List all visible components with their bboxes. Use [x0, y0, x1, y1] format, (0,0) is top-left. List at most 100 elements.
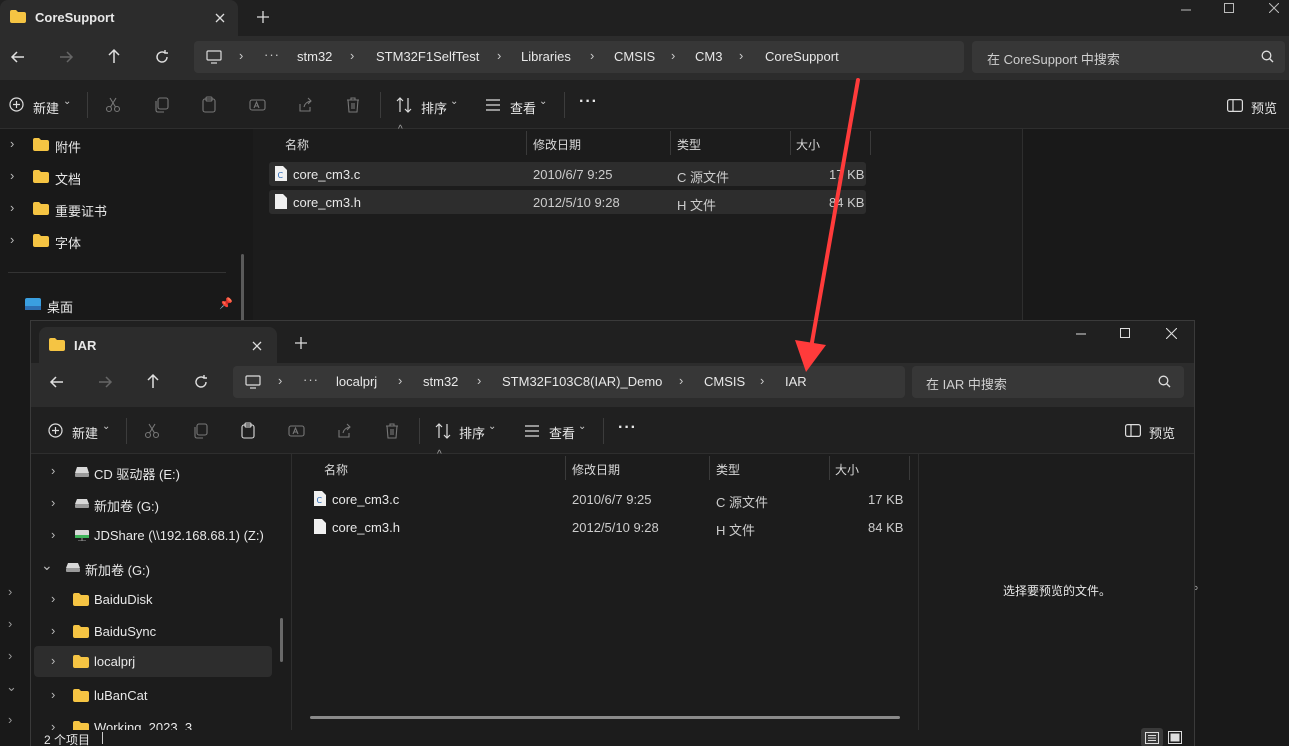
back-search-input[interactable]: 在 CoreSupport 中搜索	[972, 41, 1285, 73]
chevron-right-icon[interactable]: ›	[51, 719, 55, 730]
maximize-icon[interactable]	[1221, 1, 1237, 15]
refresh-icon[interactable]	[154, 49, 170, 65]
chevron-right-icon[interactable]: ›	[10, 168, 14, 183]
delete-icon[interactable]	[384, 423, 400, 439]
chevron-right-icon[interactable]: ›	[10, 200, 14, 215]
new-tab-icon[interactable]	[293, 335, 309, 351]
breadcrumb-item[interactable]: CMSIS	[704, 374, 745, 389]
column-divider[interactable]	[790, 131, 791, 155]
sidebar-item[interactable]: › BaiduSync	[31, 616, 281, 646]
sidebar-item[interactable]: › 附件	[0, 129, 236, 159]
breadcrumb-item[interactable]: IAR	[785, 374, 807, 389]
column-header-name[interactable]: 名称	[324, 461, 348, 478]
chevron-down-icon[interactable]: ⌄	[6, 679, 17, 695]
sidebar-item[interactable]: ⌄ 新加卷 (G:)	[31, 552, 281, 582]
close-tab-icon[interactable]	[249, 338, 265, 354]
breadcrumb-item[interactable]: CMSIS	[614, 49, 655, 64]
minimize-icon[interactable]	[1176, 4, 1196, 16]
column-divider[interactable]	[909, 456, 910, 480]
chevron-right-icon[interactable]: ›	[8, 584, 12, 599]
paste-icon[interactable]	[240, 422, 256, 439]
sidebar-item[interactable]: › 重要证书	[0, 193, 236, 223]
cut-icon[interactable]	[144, 423, 160, 439]
new-button[interactable]: 新建	[33, 98, 59, 117]
share-icon[interactable]	[336, 423, 352, 439]
table-row[interactable]: core_cm3.h 2012/5/10 9:28 H 文件 84 KB	[308, 515, 905, 539]
search-icon[interactable]	[1158, 375, 1171, 388]
maximize-icon[interactable]	[1117, 326, 1133, 340]
front-search-input[interactable]: 在 IAR 中搜索	[912, 366, 1184, 398]
chevron-right-icon[interactable]: ›	[10, 232, 14, 247]
front-address-bar[interactable]: › ··· localprj › stm32 › STM32F103C8(IAR…	[233, 366, 905, 398]
back-icon[interactable]	[49, 374, 65, 390]
scrollbar[interactable]	[280, 618, 283, 662]
chevron-right-icon[interactable]: ›	[51, 463, 55, 478]
chevron-right-icon[interactable]: ›	[10, 136, 14, 151]
back-address-bar[interactable]: › ··· stm32 › STM32F1SelfTest › Librarie…	[194, 41, 964, 73]
close-window-icon[interactable]	[1163, 326, 1179, 340]
rename-icon[interactable]	[249, 97, 266, 113]
table-row[interactable]: core_cm3.h 2012/5/10 9:28 H 文件 84 KB	[269, 190, 866, 214]
sidebar-item-desktop[interactable]: 桌面 📌	[0, 289, 236, 319]
close-tab-icon[interactable]	[212, 10, 228, 26]
copy-icon[interactable]	[153, 97, 169, 113]
front-tab[interactable]: IAR	[39, 327, 277, 363]
tiles-view-toggle[interactable]	[1168, 731, 1182, 744]
new-tab-icon[interactable]	[255, 9, 271, 25]
more-options-icon[interactable]: ···	[618, 419, 637, 437]
paste-icon[interactable]	[201, 96, 217, 113]
cut-icon[interactable]	[105, 97, 121, 113]
breadcrumb-item[interactable]: CoreSupport	[765, 49, 839, 64]
back-icon[interactable]	[10, 49, 26, 65]
table-row[interactable]: C core_cm3.c 2010/6/7 9:25 C 源文件 17 KB	[308, 487, 905, 511]
rename-icon[interactable]	[288, 423, 305, 439]
chevron-right-icon[interactable]: ›	[8, 616, 12, 631]
sidebar-item[interactable]: › Working_2023_3	[31, 712, 281, 730]
minimize-icon[interactable]	[1071, 327, 1091, 341]
column-header-size[interactable]: 大小	[796, 136, 820, 153]
chevron-right-icon[interactable]: ›	[51, 495, 55, 510]
chevron-right-icon[interactable]: ›	[51, 623, 55, 638]
more-options-icon[interactable]: ···	[579, 93, 598, 111]
sidebar-item[interactable]: › BaiduDisk	[31, 584, 281, 614]
up-icon[interactable]	[106, 48, 122, 64]
preview-button[interactable]: 预览	[1251, 98, 1277, 117]
breadcrumb-item[interactable]: localprj	[336, 374, 377, 389]
sidebar-item-selected[interactable]: › localprj	[34, 646, 272, 677]
sidebar-item[interactable]: › CD 驱动器 (E:)	[31, 456, 281, 486]
copy-icon[interactable]	[192, 423, 208, 439]
breadcrumb-item[interactable]: stm32	[423, 374, 458, 389]
column-divider[interactable]	[870, 131, 871, 155]
sidebar-item[interactable]: › JDShare (\\192.168.68.1) (Z:)	[31, 520, 281, 550]
breadcrumb-item[interactable]: STM32F103C8(IAR)_Demo	[502, 374, 662, 389]
column-divider[interactable]	[829, 456, 830, 480]
column-header-type[interactable]: 类型	[677, 136, 701, 153]
column-header-size[interactable]: 大小	[835, 461, 859, 478]
chevron-right-icon[interactable]: ›	[8, 648, 12, 663]
pin-icon[interactable]: 📌	[219, 297, 233, 310]
sidebar-item[interactable]: › 文档	[0, 161, 236, 191]
close-window-icon[interactable]	[1266, 1, 1282, 15]
column-header-date[interactable]: 修改日期	[572, 461, 620, 478]
sort-button[interactable]: 排序	[421, 98, 447, 117]
chevron-down-icon[interactable]: ⌄	[41, 557, 53, 574]
breadcrumb-item[interactable]: stm32	[297, 49, 332, 64]
preview-button[interactable]: 预览	[1149, 423, 1175, 442]
details-view-toggle[interactable]	[1141, 728, 1163, 746]
back-tab[interactable]: CoreSupport	[0, 0, 238, 36]
breadcrumb-item[interactable]: CM3	[695, 49, 722, 64]
new-button[interactable]: 新建	[72, 423, 98, 442]
forward-icon[interactable]	[97, 374, 113, 390]
column-header-name[interactable]: 名称	[285, 136, 309, 153]
chevron-right-icon[interactable]: ›	[51, 653, 55, 668]
chevron-right-icon[interactable]: ›	[51, 687, 55, 702]
sort-button[interactable]: 排序	[459, 423, 485, 442]
refresh-icon[interactable]	[193, 374, 209, 390]
chevron-right-icon[interactable]: ›	[8, 712, 12, 727]
chevron-right-icon[interactable]: ›	[51, 591, 55, 606]
table-row[interactable]: C core_cm3.c 2010/6/7 9:25 C 源文件 17 KB	[269, 162, 866, 186]
breadcrumb-item[interactable]: Libraries	[521, 49, 571, 64]
ellipsis-icon[interactable]: ···	[264, 47, 280, 62]
view-button[interactable]: 查看	[549, 423, 575, 442]
column-header-type[interactable]: 类型	[716, 461, 740, 478]
